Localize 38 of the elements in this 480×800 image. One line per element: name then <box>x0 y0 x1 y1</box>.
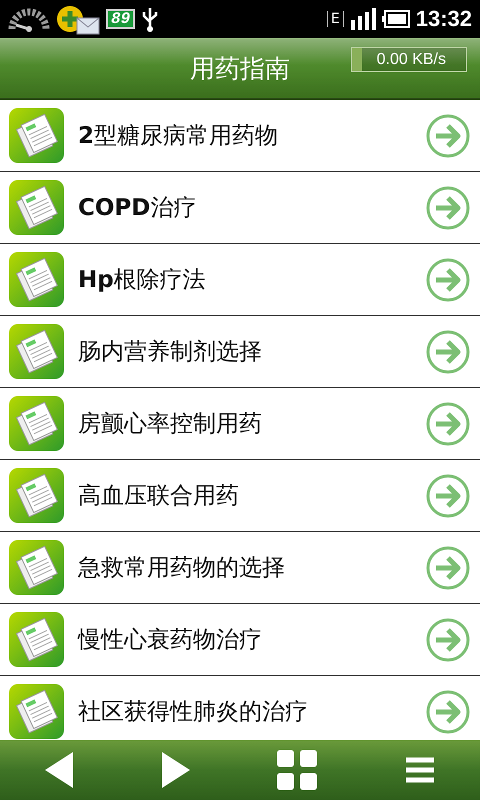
list-item-label[interactable]: 房颤心率控制用药 <box>78 408 412 439</box>
clock: 13:32 <box>416 6 472 32</box>
list-item-label[interactable]: COPD治疗 <box>78 192 412 223</box>
grid-icon[interactable] <box>276 750 316 790</box>
list-item-label[interactable]: 慢性心衰药物治疗 <box>78 624 412 655</box>
forward-icon[interactable] <box>160 750 192 790</box>
network-type: E <box>326 11 344 27</box>
arrow-right-circle-icon[interactable] <box>426 258 470 302</box>
app-title: 用药指南 <box>190 52 290 84</box>
arrow-right-circle-icon[interactable] <box>426 618 470 662</box>
arrow-right-circle-icon[interactable] <box>426 690 470 734</box>
arrow-right-circle-icon[interactable] <box>426 402 470 446</box>
document-icon <box>9 180 64 235</box>
document-icon <box>9 540 64 595</box>
battery-icon <box>382 10 410 28</box>
arrow-right-circle-icon[interactable] <box>426 114 470 158</box>
document-icon <box>9 324 64 379</box>
battery-level-badge: 89 <box>106 9 136 29</box>
document-icon <box>9 108 64 163</box>
list-item-label[interactable]: 高血压联合用药 <box>78 480 412 511</box>
document-icon <box>9 612 64 667</box>
arrow-right-circle-icon[interactable] <box>426 330 470 374</box>
document-icon <box>9 396 64 451</box>
network-speed: 0.00 KB/s <box>351 47 467 72</box>
list-item-label[interactable]: 社区获得性肺炎的治疗 <box>78 696 412 727</box>
signal-icon <box>350 8 376 30</box>
list-item-label[interactable]: Hp根除疗法 <box>78 264 412 295</box>
usb-icon <box>141 6 160 32</box>
list-item-label[interactable]: 2型糖尿病常用药物 <box>78 120 412 151</box>
arrow-right-circle-icon[interactable] <box>426 186 470 230</box>
mail-icon <box>76 17 100 35</box>
document-icon <box>9 468 64 523</box>
arrow-right-circle-icon[interactable] <box>426 474 470 518</box>
back-icon[interactable] <box>42 750 74 790</box>
document-icon <box>9 252 64 307</box>
list-item-label[interactable]: 肠内营养制剂选择 <box>78 336 412 367</box>
list-item-label[interactable]: 急救常用药物的选择 <box>78 552 412 583</box>
arrow-right-circle-icon[interactable] <box>426 546 470 590</box>
